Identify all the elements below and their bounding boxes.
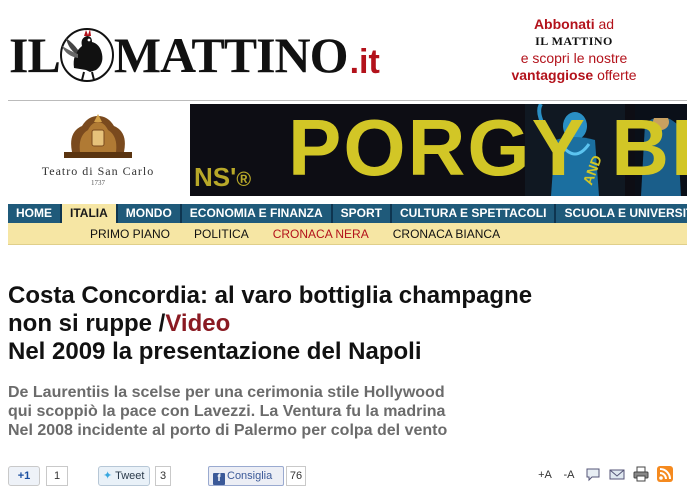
facebook-recommend-button[interactable]: f Consiglia [208, 466, 284, 486]
promo-advantage: vantaggiose [511, 67, 594, 83]
tweet-count: 3 [155, 466, 171, 486]
promo-discover: e scopri le nostre [520, 50, 628, 66]
summary-line-1: De Laurentiis la scelse per una cerimoni… [8, 384, 445, 401]
article-summary: De Laurentiis la scelse per una cerimoni… [8, 383, 678, 440]
nav-item-scuola[interactable]: SCUOLA E UNIVERSITÀ [556, 204, 687, 223]
nav-item-mondo[interactable]: MONDO [118, 204, 182, 223]
email-icon[interactable] [608, 466, 626, 484]
theatre-logo[interactable]: Teatro di San Carlo 1737 [28, 112, 168, 194]
porgy-title: PORGY BE [288, 108, 687, 188]
headline-line-3: Nel 2009 la presentazione del Napoli [8, 338, 422, 365]
promo-offers: offerte [593, 67, 637, 83]
summary-line-2: qui scoppiò la pace con Lavezzi. La Vent… [8, 403, 446, 420]
subnav-item-politica[interactable]: POLITICA [194, 223, 249, 245]
google-plus-button[interactable]: +1 [8, 466, 40, 486]
theatre-year: 1737 [91, 179, 105, 187]
porgy-prefix: NS'® [194, 162, 252, 192]
facebook-label: Consiglia [227, 470, 273, 482]
porgy-ad-banner[interactable]: NS'® PORGY BE AND [190, 104, 687, 196]
promo-brand: IL MATTINO [535, 34, 613, 48]
font-decrease-icon[interactable]: -A [560, 466, 578, 484]
headline-line-1: Costa Concordia: al varo bottiglia champ… [8, 282, 533, 309]
subnav-item-cronaca-bianca[interactable]: CRONACA BIANCA [393, 223, 500, 245]
facebook-count: 76 [286, 466, 306, 486]
site-logo[interactable]: IL MATTINO .it [9, 24, 380, 86]
theatre-name: Teatro di San Carlo [41, 164, 155, 178]
porgy-registered: ® [236, 169, 252, 191]
video-link[interactable]: Video [165, 310, 230, 337]
nav-item-sport[interactable]: SPORT [333, 204, 393, 223]
nav-item-economia[interactable]: ECONOMIA E FINANZA [182, 204, 333, 223]
nav-item-home[interactable]: HOME [8, 204, 62, 223]
font-increase-icon[interactable]: +A [536, 466, 554, 484]
masthead-divider [8, 100, 687, 101]
rss-icon[interactable] [656, 466, 674, 484]
rooster-icon [59, 28, 114, 82]
page: IL MATTINO .it Abbonati ad IL MATTINO e … [0, 0, 687, 492]
comment-icon[interactable] [584, 466, 602, 484]
main-nav: HOME ITALIA MONDO ECONOMIA E FINANZA SPO… [8, 204, 687, 223]
article-headline: Costa Concordia: al varo bottiglia champ… [8, 282, 678, 366]
subscription-promo[interactable]: Abbonati ad IL MATTINO e scopri le nostr… [489, 16, 659, 84]
nav-item-cultura[interactable]: CULTURA E SPETTACOLI [392, 204, 557, 223]
article-tools: +A -A [530, 466, 674, 484]
summary-line-3: Nel 2008 incidente al porto di Palermo p… [8, 422, 448, 439]
logo-tld: .it [349, 42, 380, 81]
logo-mattino: MATTINO [113, 27, 349, 83]
subnav-item-primo-piano[interactable]: PRIMO PIANO [90, 223, 170, 245]
porgy-title-tail: BE [611, 104, 687, 192]
social-bar: +1 1 ✦ Tweet 3 f Consiglia 76 +A -A [8, 464, 674, 490]
logo-il: IL [9, 27, 61, 83]
sub-nav: PRIMO PIANO POLITICA CRONACA NERA CRONAC… [8, 223, 687, 245]
headline-line-2: non si ruppe / [8, 310, 166, 337]
tweet-label: Tweet [115, 470, 145, 482]
tweet-button[interactable]: ✦ Tweet [98, 466, 150, 486]
print-icon[interactable] [632, 466, 650, 484]
facebook-icon: f [213, 473, 225, 485]
promo-ad: ad [594, 16, 615, 32]
masthead: IL MATTINO .it Abbonati ad IL MATTINO e … [0, 0, 687, 100]
crest-icon [64, 114, 132, 158]
nav-item-italia[interactable]: ITALIA [62, 204, 118, 223]
google-plus-count: 1 [46, 466, 68, 486]
twitter-bird-icon: ✦ [103, 470, 113, 482]
promo-subscribe: Abbonati [533, 16, 595, 32]
porgy-title-main: PORGY [288, 104, 587, 192]
subnav-item-cronaca-nera[interactable]: CRONACA NERA [273, 223, 369, 245]
